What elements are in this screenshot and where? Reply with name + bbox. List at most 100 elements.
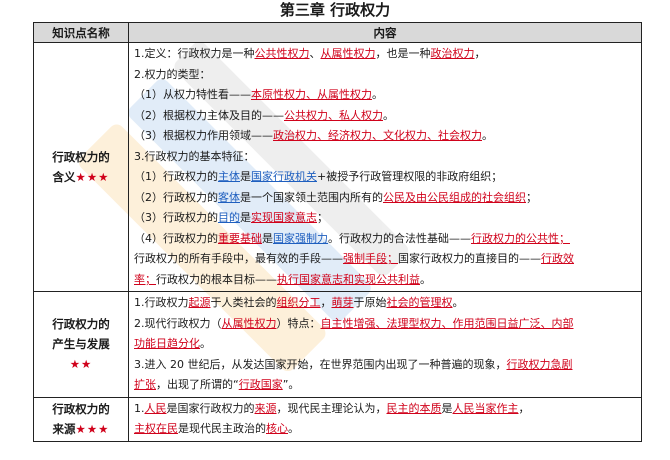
key-term: 从属性权力	[221, 316, 277, 330]
text-segment: （2）根据权力主体及目的——	[134, 108, 284, 122]
text-segment: 于人类社会的	[210, 296, 277, 309]
topic-name-line: 行政权力的	[52, 150, 110, 164]
key-term: 重要基础	[218, 231, 262, 245]
content-line: 1.人民是国家行政权力的来源，现代民主理论认为，民主的本质是人民当家作主，	[134, 399, 637, 420]
text-segment: ，	[320, 296, 332, 309]
key-term: 本原性权力、从属性权力	[251, 88, 372, 101]
text-segment: （1）从权力特性看——	[134, 88, 251, 101]
text-segment: 于原始	[353, 296, 387, 309]
text-segment: 国家行政权力的直接目的——	[398, 252, 541, 265]
key-term: 人民当家作主	[452, 401, 519, 415]
text-segment: 是国家行政权力的	[166, 401, 255, 415]
content-line: （1）从权力特性看——本原性权力、从属性权力。	[134, 85, 637, 106]
key-term: 社会的管理权	[386, 296, 453, 309]
text-segment: ”。	[282, 378, 300, 391]
key-term: 率；	[134, 272, 156, 286]
key-term: 政治权力	[430, 47, 475, 60]
content-line: 1.行政权力起源于人类社会的组织分工，萌芽于原始社会的管理权。	[134, 293, 637, 314]
page-title: 第三章 行政权力	[279, 1, 391, 19]
key-term: 公共性权力	[254, 47, 310, 60]
content-line: （3）根据权力作用领域——政治权力、经济权力、文化权力、社会权力。	[134, 126, 637, 147]
topic-cell: 行政权力的 产生与发展 ★★	[33, 291, 129, 398]
key-term: 政治权力、经济权力、文化权力、社会权力	[273, 129, 482, 142]
key-term: 主权在民	[134, 422, 178, 435]
content-line: 扩张，出现了所谓的“行政国家”。	[134, 375, 637, 396]
key-term: 执行国家意志和实现公共利益	[277, 272, 420, 286]
text-segment: ）特点：	[276, 316, 321, 330]
text-segment: （3）行政权力的	[134, 211, 218, 224]
content-line: 主权在民是现代民主政治的核心。	[134, 419, 637, 440]
key-term: 国家行政机关	[251, 170, 317, 183]
text-segment: ，出现了所谓的“	[156, 378, 239, 391]
topic-name-line: 含义	[52, 170, 76, 184]
key-term: 扩张	[134, 378, 156, 391]
text-segment: 。	[452, 296, 464, 309]
key-term: 组织分工	[276, 296, 321, 309]
content-line: （4）行政权力的重要基础是国家强制力。行政权力的合法性基础——行政权力的公共性；	[134, 229, 637, 250]
content-cell: 1.行政权力起源于人类社会的组织分工，萌芽于原始社会的管理权。 2.现代行政权力（…	[128, 291, 642, 398]
key-term: 民主的本质	[386, 401, 442, 415]
key-term: 从属性权力	[320, 47, 376, 60]
content-line: 率；行政权力的根本目标——执行国家意志和实现公共利益。	[134, 270, 637, 291]
content-line: （2）行政权力的客体是一个国家领土范围内所有的公民及由公民组成的社会组织；	[134, 188, 637, 209]
text-segment: 是	[240, 170, 251, 183]
text-segment: （3）根据权力作用领域——	[134, 129, 273, 142]
key-term: 强制手段；	[343, 252, 398, 265]
text-segment: ，也是一种	[375, 47, 431, 60]
header-topic: 知识点名称	[33, 22, 129, 43]
importance-stars: ★★★	[75, 422, 110, 436]
key-term: 功能日趋分化	[134, 337, 200, 350]
text-segment: 3.行政权力的基本特征：	[134, 149, 255, 163]
text-segment: 1.行政权力	[134, 296, 189, 309]
text-segment: ；	[526, 190, 537, 204]
key-term: 行政权力的公共性；	[471, 231, 570, 245]
key-term: 行政国家	[238, 378, 283, 391]
key-term: 萌芽	[331, 296, 354, 309]
text-segment: 2.权力的类型：	[134, 67, 211, 81]
topic-cell: 行政权力的含义★★★	[33, 42, 129, 292]
text-segment: +被授予行政管理权限的非政府组织；	[317, 170, 503, 183]
text-segment: 。	[420, 272, 431, 286]
key-term: 自主性增强、法理型权力、作用范围日益广泛、内部	[320, 316, 574, 330]
content-line: （2）根据权力主体及目的——公共权力、私人权力。	[134, 106, 637, 127]
text-segment: 是一个国家领土范围内所有的	[240, 190, 383, 204]
text-segment: 是现代民主政治的	[178, 422, 266, 435]
content-line: 2.权力的类型：	[134, 65, 637, 86]
content-line: 2.现代行政权力（从属性权力）特点：自主性增强、法理型权力、作用范围日益广泛、内…	[134, 314, 637, 335]
text-segment: ；	[317, 211, 328, 224]
header-content: 内容	[128, 22, 642, 43]
key-term: 起源	[188, 296, 211, 309]
importance-stars: ★★	[69, 357, 93, 372]
importance-stars: ★★★	[75, 170, 110, 184]
text-segment: 、	[309, 47, 321, 60]
topic-cell: 行政权力的 来源★★★	[33, 396, 129, 442]
text-segment: 行政权力的根本目标——	[156, 272, 277, 286]
key-term: 主体	[218, 170, 240, 183]
content-line: （1）行政权力的主体是国家行政机关+被授予行政管理权限的非政府组织；	[134, 167, 637, 188]
content-cell: 1.定义：行政权力是一种公共性权力、从属性权力，也是一种政治权力， 2.权力的类型…	[128, 42, 642, 292]
topic-name: 行政权力的 产生与发展	[52, 317, 110, 351]
text-segment: 。	[482, 129, 493, 142]
content-line: 3.进入 20 世纪后，从发达国家开始，在世界范围内出现了一种普遍的现象，行政权…	[134, 355, 637, 376]
table-row: 行政权力的 来源★★★ 1.人民是国家行政权力的来源，现代民主理论认为，民主的本质是…	[33, 396, 642, 442]
text-segment: 3.进入 20 世纪后，从发达国家开始，在世界范围内出现了一种普遍的现象，	[134, 357, 507, 371]
content-cell: 1.人民是国家行政权力的来源，现代民主理论认为，民主的本质是人民当家作主， 主权在…	[128, 396, 642, 442]
content-line: 3.行政权力的基本特征：	[134, 147, 637, 168]
text-segment: ，现代民主理论认为，	[276, 401, 387, 415]
content-line: 1.定义：行政权力是一种公共性权力、从属性权力，也是一种政治权力，	[134, 44, 637, 65]
text-segment: 2.现代行政权力（	[134, 316, 222, 330]
table-row: 行政权力的 产生与发展 ★★ 1.行政权力起源于人类社会的组织分工，萌芽于原始社会的管…	[33, 291, 642, 398]
text-segment: 是	[262, 231, 273, 245]
text-segment: 。	[383, 108, 394, 122]
content-line: 行政权力的所有手段中，最有效的手段——强制手段；国家行政权力的直接目的——行政效	[134, 249, 637, 270]
text-segment: ，	[474, 47, 486, 60]
key-term: 行政效	[541, 252, 574, 265]
text-segment: （2）行政权力的	[134, 190, 218, 204]
text-segment: （4）行政权力的	[134, 231, 218, 245]
text-segment: 。	[288, 422, 299, 435]
content-line: 功能日趋分化。	[134, 334, 637, 355]
key-term: 实现国家意志	[251, 211, 317, 224]
key-term: 公民及由公民组成的社会组织	[383, 190, 526, 204]
text-segment: 行政权力的所有手段中，最有效的手段——	[134, 252, 343, 265]
text-segment: 。行政权力的合法性基础——	[328, 231, 471, 245]
